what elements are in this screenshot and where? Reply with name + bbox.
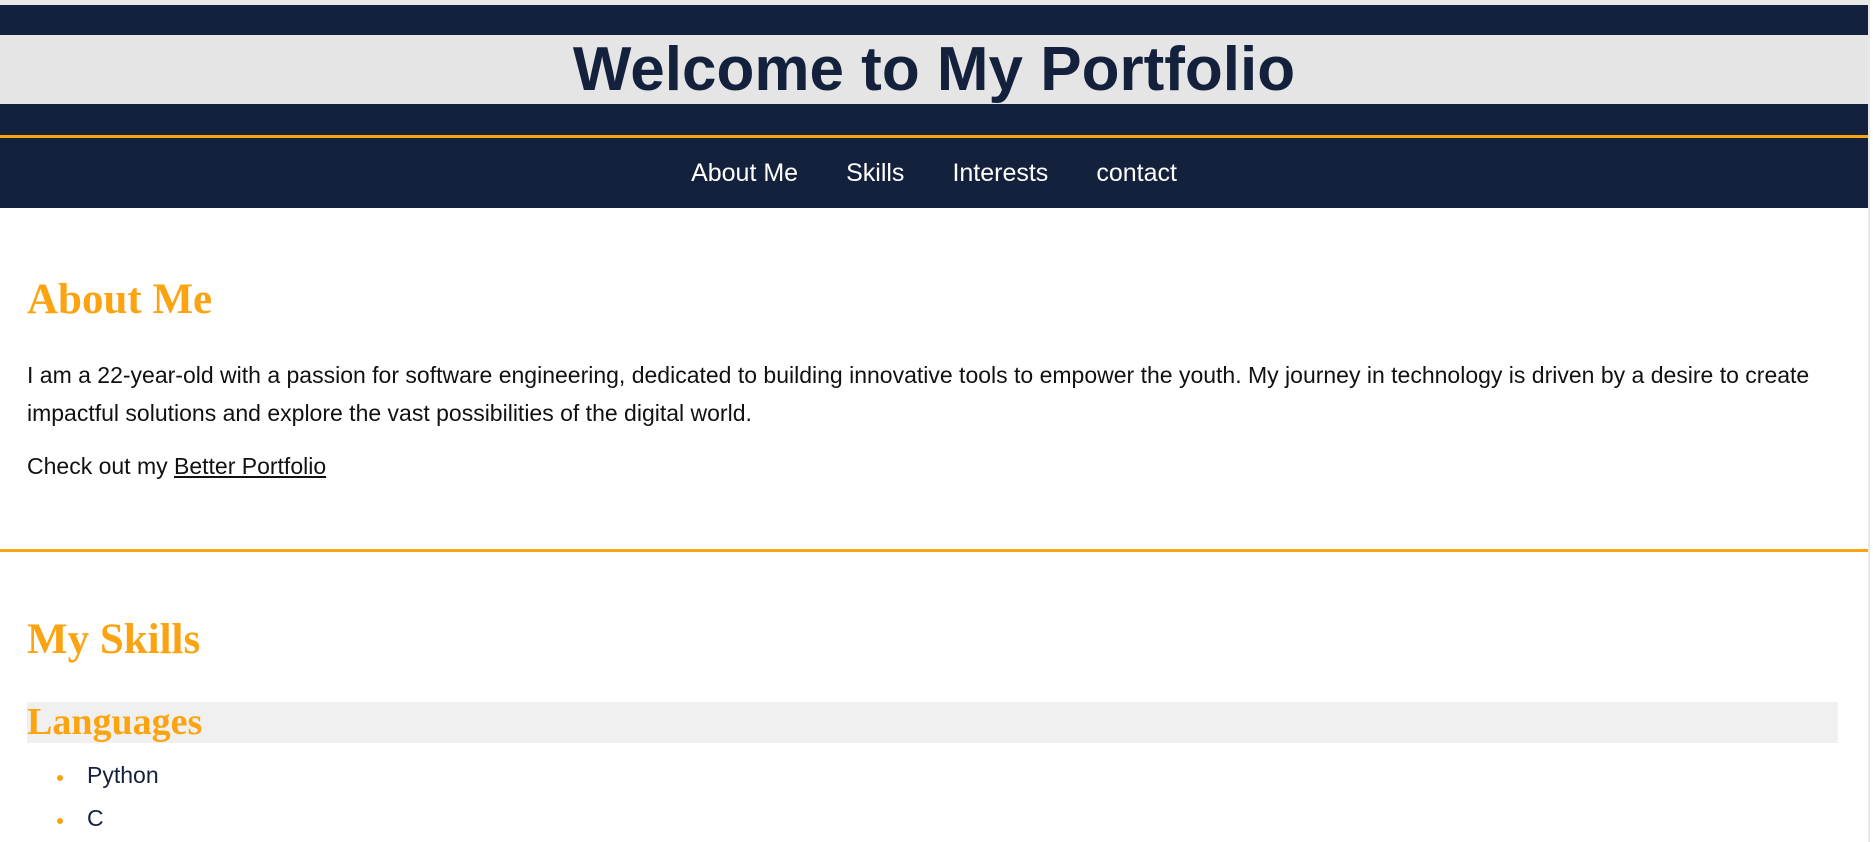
main-nav: About Me Skills Interests contact [0, 138, 1868, 208]
list-item-label: C [87, 805, 104, 831]
list-item: Python [27, 757, 159, 800]
nav-item-skills[interactable]: Skills [846, 159, 904, 188]
languages-band: Languages [27, 702, 1838, 743]
bullet-icon [57, 775, 63, 781]
list-item: C [27, 800, 159, 842]
nav-item-about-me[interactable]: About Me [691, 159, 798, 188]
languages-list: Python C [27, 757, 159, 842]
site-header: Welcome to My Portfolio [0, 5, 1868, 135]
page: Welcome to My Portfolio About Me Skills … [0, 0, 1870, 842]
list-item-label: Python [87, 762, 159, 788]
bullet-icon [57, 818, 63, 824]
about-text: I am a 22-year-old with a passion for so… [27, 362, 1810, 426]
better-portfolio-link[interactable]: Better Portfolio [174, 453, 326, 479]
section-divider [0, 549, 1868, 552]
page-title: Welcome to My Portfolio [572, 34, 1296, 104]
portfolio-line: Check out my Better Portfolio [27, 453, 326, 480]
skills-heading: My Skills [27, 616, 201, 663]
languages-heading: Languages [27, 701, 203, 743]
portfolio-prefix: Check out my [27, 453, 174, 479]
nav-item-contact[interactable]: contact [1096, 159, 1177, 188]
about-heading: About Me [27, 276, 213, 323]
nav-item-interests[interactable]: Interests [952, 159, 1048, 188]
title-band: Welcome to My Portfolio [0, 35, 1868, 104]
